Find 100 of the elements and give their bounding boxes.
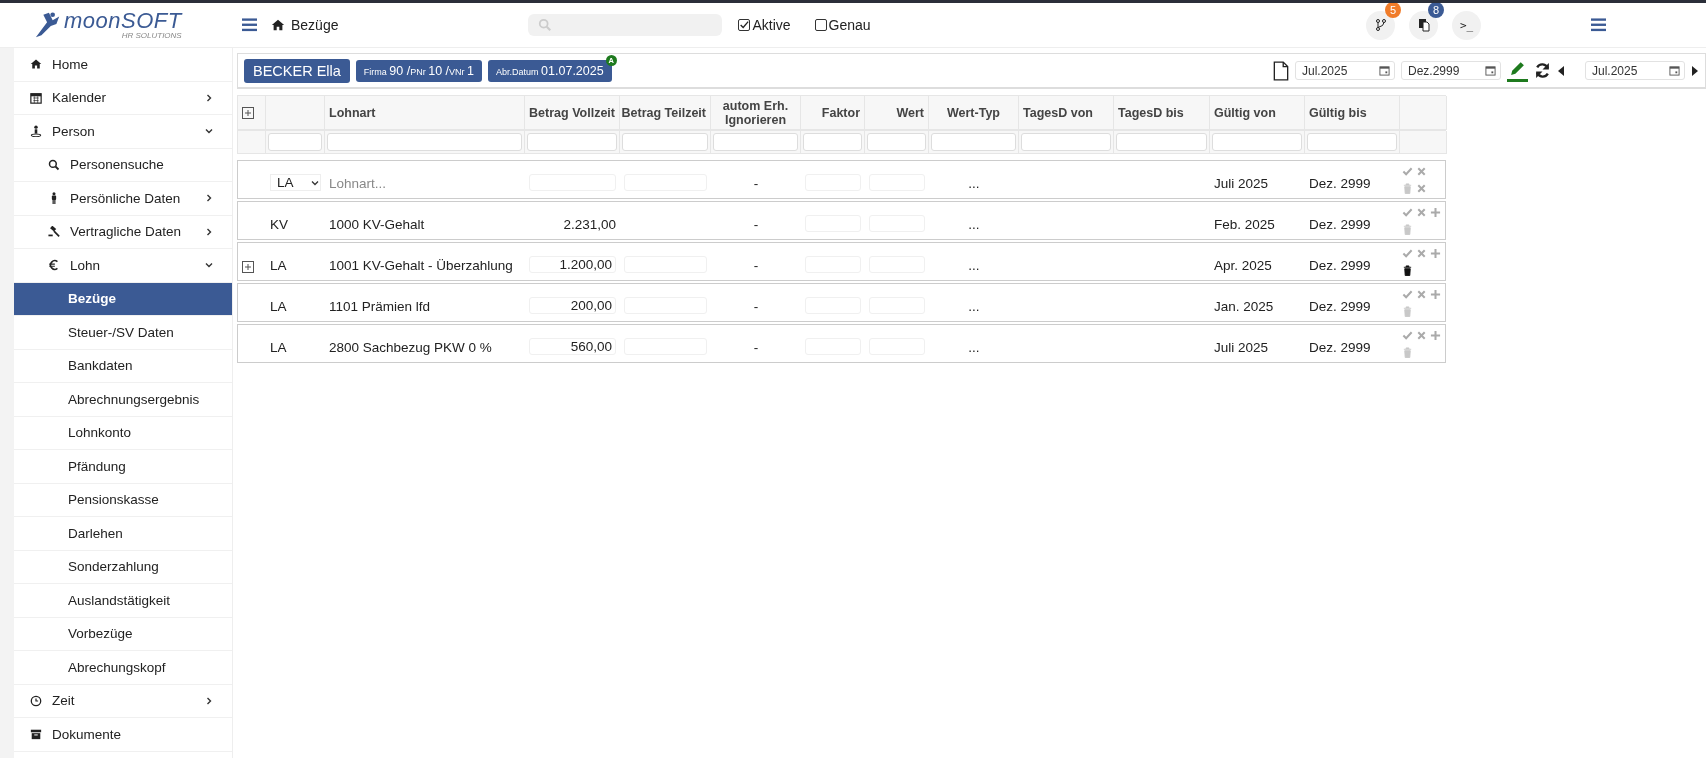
expand-all-icon[interactable]	[242, 106, 254, 119]
trash-icon[interactable]	[1402, 264, 1413, 276]
add-icon[interactable]	[1430, 206, 1441, 218]
sidebar-item[interactable]: Kalender	[14, 81, 232, 115]
checkmark-icon	[739, 20, 750, 30]
amount-field[interactable]: 1.200,00	[529, 256, 616, 273]
amount-field[interactable]: 200,00	[529, 297, 616, 314]
table-cell: 2.231,00	[563, 217, 616, 232]
chevron-right-icon	[204, 226, 214, 237]
count-badge: 5	[1385, 3, 1401, 18]
close-icon[interactable]	[1416, 165, 1427, 177]
expand-icon[interactable]	[242, 261, 254, 273]
close-icon[interactable]	[1416, 206, 1427, 218]
previous-icon[interactable]	[1557, 64, 1565, 77]
amount-field[interactable]: 560,00	[529, 338, 616, 355]
table-cell: -	[753, 217, 759, 232]
date-field[interactable]: Jul.2025	[1585, 61, 1685, 80]
document-icon[interactable]	[1273, 60, 1289, 81]
sidebar-item[interactable]: Bankdaten	[14, 349, 232, 383]
employee-ids: Firma 90 /PNr 10 /VNr 1	[355, 59, 483, 82]
table-cell: Juli 2025	[1214, 340, 1269, 355]
edit-button[interactable]	[1507, 59, 1528, 82]
table-cell: Juli 2025	[1214, 176, 1269, 191]
table-cell: LA	[270, 299, 287, 314]
runner-icon	[34, 11, 62, 39]
add-icon[interactable]	[1430, 247, 1441, 259]
column-header[interactable]: Gültig bis	[1309, 105, 1367, 120]
sidebar-item[interactable]: Darlehen	[14, 517, 232, 551]
table-cell: ...	[968, 299, 980, 314]
check-icon[interactable]	[1402, 247, 1413, 259]
breadcrumb[interactable]: Bezüge	[291, 17, 339, 33]
table-cell: Dez. 2999	[1309, 258, 1371, 273]
close-icon[interactable]	[1416, 182, 1427, 194]
table-cell: ...	[968, 340, 980, 355]
sidebar-item[interactable]: Abrechnungsergebnis	[14, 383, 232, 417]
date-field[interactable]: Dez.2999	[1401, 61, 1501, 80]
menu-icon[interactable]	[242, 18, 257, 32]
sidebar-item[interactable]: Vertragliche Daten	[14, 215, 232, 249]
table-cell: 1000 KV-Gehalt	[329, 217, 425, 232]
sidebar-item[interactable]: Auslandstätigkeit	[14, 584, 232, 618]
check-icon[interactable]	[1402, 329, 1413, 341]
add-icon[interactable]	[1430, 288, 1441, 300]
sidebar-item[interactable]: Sonderzahlung	[14, 550, 232, 584]
sidebar-item[interactable]: Person	[14, 115, 232, 149]
close-icon[interactable]	[1416, 247, 1427, 259]
table-cell: Dez. 2999	[1309, 176, 1371, 191]
clock-icon	[30, 694, 42, 707]
column-header[interactable]: Wert	[896, 105, 924, 120]
search-field[interactable]	[528, 14, 723, 36]
chevron-right-icon	[204, 193, 214, 204]
close-icon[interactable]	[1416, 329, 1427, 341]
check-icon[interactable]	[1402, 206, 1413, 218]
column-header[interactable]: autom Erh. Ignorieren	[715, 98, 796, 127]
column-header[interactable]: TagesD bis	[1118, 105, 1184, 120]
next-icon[interactable]	[1691, 64, 1699, 77]
table-cell: Dez. 2999	[1309, 340, 1371, 355]
sidebar-item[interactable]: Pfändung	[14, 450, 232, 484]
column-header[interactable]: TagesD von	[1023, 105, 1093, 120]
sidebar-item[interactable]: Personensuche	[14, 148, 232, 182]
sidebar-item[interactable]: Lohnkonto	[14, 416, 232, 450]
refresh-icon[interactable]	[1534, 62, 1551, 79]
table-cell: -	[753, 176, 759, 191]
close-icon[interactable]	[1416, 288, 1427, 300]
check-icon[interactable]	[1402, 288, 1413, 300]
filter-checkbox[interactable]: Genau	[814, 17, 871, 33]
filter-checkbox[interactable]: Aktive	[738, 17, 791, 33]
calendar-icon	[1379, 65, 1390, 76]
calendar-icon	[1669, 65, 1680, 76]
sidebar-item[interactable]: Lohn	[14, 249, 232, 283]
type-select[interactable]: LA	[270, 174, 321, 191]
count-badge: 8	[1428, 3, 1444, 18]
sidebar-item[interactable]: Home	[14, 48, 232, 82]
terminal-button[interactable]: >_	[1452, 10, 1481, 40]
sidebar-item[interactable]: Abrechungskopf	[14, 651, 232, 685]
add-icon[interactable]	[1430, 329, 1441, 341]
sidebar-item[interactable]: Zeit	[14, 684, 232, 718]
column-header[interactable]: Wert-Typ	[947, 105, 1000, 120]
menu-icon[interactable]	[1591, 18, 1606, 32]
table-cell: Feb. 2025	[1214, 217, 1275, 232]
table-cell: ...	[968, 176, 980, 191]
sidebar-item[interactable]: Dokumente	[14, 718, 232, 752]
table-cell: Jan. 2025	[1214, 299, 1274, 314]
sidebar-item[interactable]: Pensionskasse	[14, 483, 232, 517]
sidebar-item[interactable]: Vorbezüge	[14, 617, 232, 651]
table-cell: 2800 Sachbezug PKW 0 %	[329, 340, 492, 355]
column-header[interactable]: Betrag Vollzeit	[529, 105, 615, 120]
sidebar-item[interactable]: Bezüge	[14, 282, 232, 316]
calendar-icon	[30, 91, 42, 104]
date-field[interactable]: Jul.2025	[1295, 61, 1395, 80]
check-icon[interactable]	[1402, 165, 1413, 177]
table-cell: Apr. 2025	[1214, 258, 1272, 273]
logo-name: moonSOFT	[64, 10, 182, 32]
column-header[interactable]: Betrag Teilzeit	[621, 105, 706, 120]
column-header[interactable]: Gültig von	[1214, 105, 1276, 120]
sidebar-item[interactable]: Persönliche Daten	[14, 182, 232, 216]
sidebar-item[interactable]: Steuer-/SV Daten	[14, 316, 232, 350]
table-cell: -	[753, 299, 759, 314]
column-header[interactable]: Lohnart	[329, 105, 376, 120]
column-header[interactable]: Faktor	[821, 105, 860, 120]
table-cell: 1001 KV-Gehalt - Überzahlung	[329, 258, 513, 273]
